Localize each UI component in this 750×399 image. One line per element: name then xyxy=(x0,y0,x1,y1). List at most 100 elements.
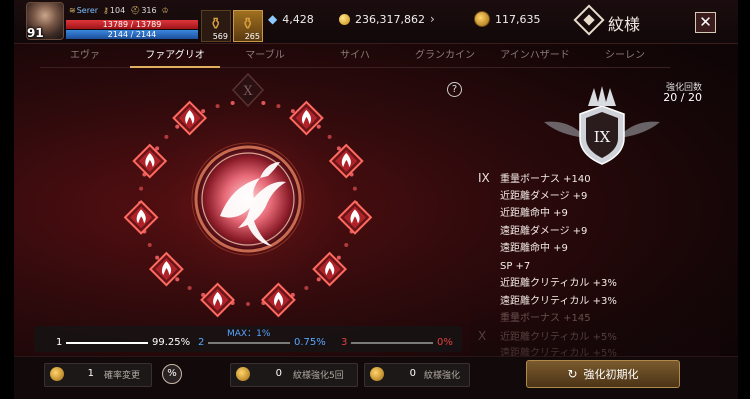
tab-marble[interactable]: マーブル xyxy=(220,44,310,68)
prob-level-1-track xyxy=(66,342,148,344)
stat-row: 遠距離クリティカル +3% xyxy=(478,293,708,311)
stat-row-locked: X 近距離クリティカル +5% xyxy=(478,328,708,346)
gem-count: 4,428 xyxy=(282,12,314,26)
wheel-dot xyxy=(344,242,349,247)
prob-level-2-pct: 0.75% xyxy=(294,337,326,348)
wheel-dot xyxy=(276,104,281,109)
helmet-icon: ⛑ xyxy=(130,5,141,15)
prob-level-3-num: 3 xyxy=(341,337,348,348)
stat-rank: X xyxy=(478,328,487,343)
stat-text: 近距離クリティカル +5% xyxy=(500,331,617,343)
prob-level-3-pct: 0% xyxy=(437,337,453,348)
trophy-icon: ♔ xyxy=(161,5,169,15)
prob-level-2-track xyxy=(208,342,290,344)
inscription-screen: 91 ≋ Serer ⚷ 104 ⛑ 316 ♔ 13789 / 13789 2144… xyxy=(0,0,750,399)
tab-einhasad[interactable]: アインハザード xyxy=(490,44,580,68)
wheel-dot xyxy=(246,302,250,306)
medal-icon xyxy=(50,367,64,381)
stat-row: 遠距離ダメージ +9 xyxy=(478,223,708,241)
mp-bar: 2144 / 2144 xyxy=(66,30,198,39)
potion-icon: ⚱ xyxy=(209,14,223,33)
tab-fagrio[interactable]: ファアグリオ xyxy=(130,44,220,68)
stat-row-locked: 重量ボーナス +145 xyxy=(478,310,708,328)
wheel-dot xyxy=(230,101,235,106)
enhance-5x-count: 0 xyxy=(275,368,282,379)
enhance-label: 紋様強化 xyxy=(424,371,461,381)
medal-icon xyxy=(474,11,490,27)
stat-b: ⛑ 316 xyxy=(130,6,156,15)
inscription-wheel: X xyxy=(118,72,378,326)
gold-count: 236,317,862 xyxy=(355,12,425,26)
percent-button[interactable]: % xyxy=(162,364,182,384)
chevron-right-icon: › xyxy=(429,12,435,26)
medal-counter: 117,635 xyxy=(474,11,541,27)
tab-gran-kain[interactable]: グランカイン xyxy=(400,44,490,68)
enhance-count: 0 xyxy=(409,368,416,379)
stat-text: 遠距離クリティカル +3% xyxy=(500,295,617,307)
stat-b-value: 316 xyxy=(141,5,157,15)
refresh-icon: ↻ xyxy=(567,367,578,381)
potion-slot-2-count: 265 xyxy=(244,32,260,41)
stat-rank: IX xyxy=(478,171,490,185)
wheel-dot xyxy=(155,255,160,260)
tab-eva[interactable]: エヴァ xyxy=(40,44,130,68)
scroll-icon: ⚱ xyxy=(241,14,255,33)
wheel-dot xyxy=(215,104,220,109)
prob-level-1-fill xyxy=(66,342,148,344)
gold-counter[interactable]: 236,317,862 › xyxy=(339,12,435,26)
reset-enhance-label: 強化初期化 xyxy=(583,368,639,381)
stat-row: 近距離ダメージ +9 xyxy=(478,188,708,206)
wheel-dot xyxy=(352,186,357,191)
character-level: 91 xyxy=(27,26,44,40)
trophy: ♔ xyxy=(162,6,169,15)
gold-coin-icon xyxy=(339,13,350,25)
medal-count: 117,635 xyxy=(495,12,541,26)
gem-icon: ◆ xyxy=(268,12,278,26)
help-icon[interactable]: ? xyxy=(447,82,462,97)
wheel-dot xyxy=(147,242,152,247)
stat-row: 遠距離命中 +9 xyxy=(478,240,708,258)
stat-row: 近距離クリティカル +3% xyxy=(478,275,708,293)
stat-row: SP +7 xyxy=(478,258,708,276)
wheel-top-numeral: X xyxy=(243,84,253,99)
prob-level-2-num: 2 xyxy=(198,337,205,348)
emblem-numeral: IX xyxy=(594,128,611,146)
wheel-dot xyxy=(316,124,321,129)
wheel-dot xyxy=(175,124,180,129)
prob-level-1-num: 1 xyxy=(56,337,63,348)
tab-sayha[interactable]: サイハ xyxy=(310,44,400,68)
screen-bezel-left xyxy=(0,0,14,399)
stat-row: 近距離命中 +9 xyxy=(478,205,708,223)
screen-bezel-right xyxy=(738,0,750,399)
prob-level-3-track xyxy=(351,342,433,344)
prob-change-count: 1 xyxy=(87,368,94,379)
enhance-5x-label: 紋様強化5回 xyxy=(293,371,344,381)
medal-icon xyxy=(236,367,250,381)
stat-text: 近距離命中 +9 xyxy=(500,208,568,219)
potion-slot-1[interactable]: ⚱ 569 xyxy=(201,10,231,42)
stat-a-value: 104 xyxy=(109,5,126,15)
wheel-dot xyxy=(327,134,332,139)
stat-text: 遠距離命中 +9 xyxy=(500,243,568,254)
wheel-dot xyxy=(316,277,321,282)
hp-bar: 13789 / 13789 xyxy=(66,20,198,29)
page-title: 紋様 xyxy=(608,15,641,34)
wheel-dot xyxy=(164,134,169,139)
inscription-tabs: エヴァ ファアグリオ マーブル サイハ グランカイン アインハザード シーレン xyxy=(40,44,725,68)
stat-text: 遠距離ダメージ +9 xyxy=(500,225,588,237)
enhance-count-value: 20 / 20 xyxy=(663,91,702,104)
tab-shilen[interactable]: シーレン xyxy=(580,44,670,68)
potion-slot-1-count: 569 xyxy=(212,32,228,41)
wing-icon: ≋ xyxy=(69,5,76,15)
stat-row: IX 重量ボーナス +140 xyxy=(478,170,708,188)
gem-counter: ◆ 4,428 xyxy=(268,12,314,26)
wheel-dot xyxy=(139,186,144,191)
potion-slot-2[interactable]: ⚱ 265 xyxy=(233,10,263,42)
wheel-dot xyxy=(175,277,180,282)
key-icon: ⚷ xyxy=(103,5,109,15)
stat-text: SP +7 xyxy=(500,260,531,272)
medal-icon xyxy=(370,367,384,381)
character-stat-row: ≋ Serer ⚷ 104 ⛑ 316 ♔ xyxy=(69,4,169,16)
reset-enhance-button[interactable]: ↻ 強化初期化 xyxy=(526,360,680,388)
close-button[interactable]: ✕ xyxy=(695,12,716,33)
